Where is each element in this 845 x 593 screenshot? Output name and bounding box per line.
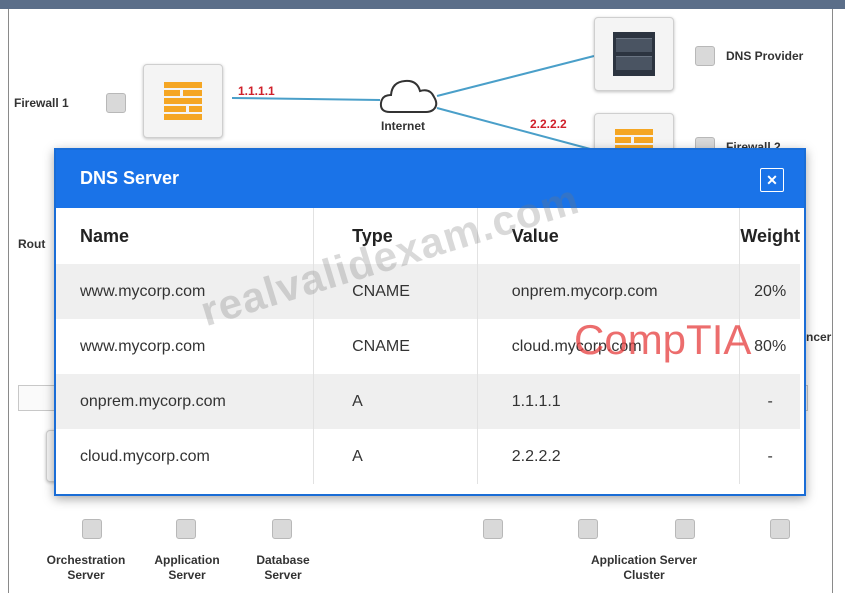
firewall1-checkbox[interactable] [106,93,126,113]
record-value: 1.1.1.1 [477,374,741,429]
ip-label-firewall2: 2.2.2.2 [530,117,567,131]
server-icon [613,32,655,76]
record-weight: - [739,374,800,429]
link-internet-dnsprovider [436,55,595,97]
firewall-icon [164,82,202,120]
dialog-title: DNS Server [80,168,180,188]
cluster-node4-checkbox[interactable] [770,519,790,539]
record-type: A [313,429,478,484]
close-icon[interactable]: ✕ [760,168,784,192]
column-header-weight: Weight [740,225,800,246]
record-name: www.mycorp.com [56,319,315,374]
record-name: cloud.mycorp.com [56,429,315,484]
cluster-node2-checkbox[interactable] [578,519,598,539]
record-value: 2.2.2.2 [477,429,741,484]
application-server-cluster-label: Application Server Cluster [590,553,698,582]
dns-provider-label: DNS Provider [726,49,804,63]
record-weight: 20% [739,264,800,319]
table-row: cloud.mycorp.com A 2.2.2.2 - [56,429,800,484]
application-server-label: Application Server [154,553,220,582]
load-balancer-label: ncer [806,330,832,344]
cluster-node1-checkbox[interactable] [483,519,503,539]
router-label: Rout [18,237,46,251]
brand-watermark: CompTIA [574,316,752,363]
column-header-name: Name [56,208,315,264]
record-type: CNAME [313,319,478,374]
record-name: onprem.mycorp.com [56,374,315,429]
database-server-label: Database Server [256,553,310,582]
database-server-checkbox[interactable] [272,519,292,539]
record-type: A [313,374,478,429]
orchestration-server-checkbox[interactable] [82,519,102,539]
firewall1-device[interactable] [143,64,223,138]
link-internet-firewall2 [436,107,595,151]
ip-label-firewall1: 1.1.1.1 [238,84,275,98]
link-firewall1-internet [231,97,381,101]
orchestration-server-label: Orchestration Server [46,553,126,582]
table-row: onprem.mycorp.com A 1.1.1.1 - [56,374,800,429]
application-server-checkbox[interactable] [176,519,196,539]
dialog-header: DNS Server ✕ [56,150,804,208]
cloud-icon [379,79,438,113]
cluster-node3-checkbox[interactable] [675,519,695,539]
table-row: www.mycorp.com CNAME onprem.mycorp.com 2… [56,264,800,319]
dns-provider-device[interactable] [594,17,674,91]
record-value: onprem.mycorp.com [477,264,741,319]
router-input[interactable] [18,385,56,411]
firewall1-label: Firewall 1 [14,96,69,110]
record-weight: - [767,447,773,465]
dns-provider-checkbox[interactable] [695,46,715,66]
internet-label: Internet [381,119,426,133]
